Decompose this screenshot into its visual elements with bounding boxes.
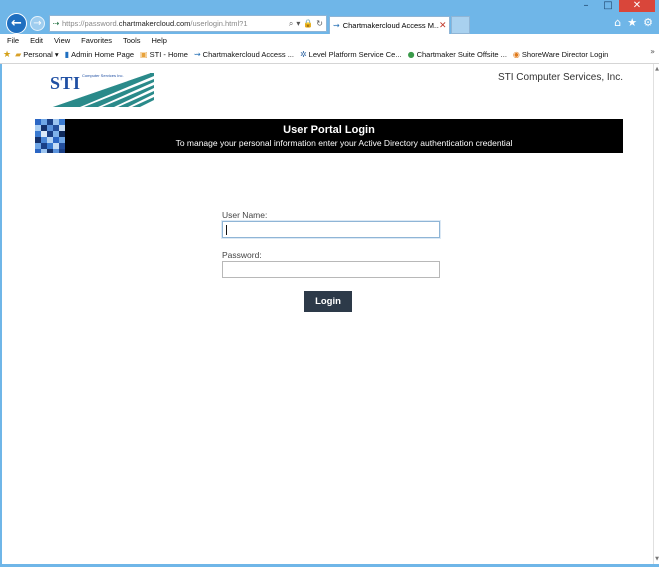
favorites-bar: ★ ▰ Personal ▾ ▮ Admin Home Page ▣ STI - Ho… <box>0 46 659 64</box>
login-form: User Name: Password: Login <box>222 209 440 312</box>
url-prefix: https://password. <box>62 19 119 28</box>
favorite-chartmaker-suite[interactable]: ● Chartmaker Suite Offsite ... <box>408 50 507 59</box>
favorite-shoreware[interactable]: ◉ ShoreWare Director Login <box>513 50 608 59</box>
favorite-sti-home[interactable]: ▣ STI - Home <box>140 50 188 59</box>
scroll-down-icon[interactable]: ▼ <box>654 556 659 562</box>
url-path: /userlogin.html?1 <box>190 19 248 28</box>
close-button[interactable]: ✕ <box>619 0 655 12</box>
link-icon: ⇝ <box>193 50 201 59</box>
banner-title: User Portal Login <box>283 124 375 136</box>
maximize-button[interactable]: □ <box>597 0 619 12</box>
favorite-admin-home[interactable]: ▮ Admin Home Page <box>65 50 134 59</box>
banner-subtitle: To manage your personal information ente… <box>175 138 513 148</box>
page-icon: ▮ <box>64 50 70 59</box>
new-tab-button[interactable] <box>451 16 470 34</box>
browser-toolbar-icons: ⌂ ★ ⚙ <box>614 16 653 29</box>
site-icon: ▣ <box>140 50 148 59</box>
address-url[interactable]: https://password.chartmakercloud.com/use… <box>62 19 289 28</box>
lock-icon[interactable]: 🔒 <box>303 19 313 29</box>
favorite-level-platform[interactable]: ✲ Level Platform Service Ce... <box>300 50 402 59</box>
folder-icon: ▰ <box>15 50 22 59</box>
dropdown-icon[interactable]: ▾ <box>296 19 300 29</box>
tab-chartmakercloud[interactable]: ⇝ Chartmakercloud Access M... ✕ <box>329 16 450 34</box>
menu-file[interactable]: File <box>7 36 19 45</box>
gear-icon: ✲ <box>299 50 307 59</box>
url-domain: chartmakercloud.com <box>118 19 191 28</box>
menu-help[interactable]: Help <box>152 36 167 45</box>
browser-window: – □ ✕ ← → ⇢ https://password.chartmakerc… <box>0 0 659 567</box>
logo-subtitle: Computer Services Inc. <box>82 73 124 78</box>
vertical-scrollbar[interactable]: ▲ ▼ <box>653 64 659 564</box>
logo-text: STI <box>50 73 81 93</box>
tab-favicon-icon: ⇝ <box>333 21 340 30</box>
password-label: Password: <box>222 250 262 260</box>
menu-favorites[interactable]: Favorites <box>81 36 112 45</box>
add-favorite-icon[interactable]: ★ <box>3 50 11 60</box>
favorites-overflow-icon[interactable]: » <box>650 47 655 56</box>
window-controls: – □ ✕ <box>575 0 655 12</box>
company-name: STI Computer Services, Inc. <box>497 72 623 83</box>
scroll-up-icon[interactable]: ▲ <box>654 66 659 72</box>
favorite-personal[interactable]: ▰ Personal ▾ <box>15 50 59 59</box>
minimize-button[interactable]: – <box>575 0 597 12</box>
forward-button[interactable]: → <box>30 16 45 31</box>
address-bar[interactable]: ⇢ https://password.chartmakercloud.com/u… <box>49 15 327 32</box>
globe-icon: ● <box>407 50 415 59</box>
text-caret <box>226 225 227 235</box>
site-icon: ◉ <box>512 50 520 59</box>
settings-gear-icon[interactable]: ⚙ <box>643 16 653 29</box>
forward-arrow-icon: → <box>33 18 42 29</box>
username-field[interactable] <box>222 221 440 238</box>
menu-bar: File Edit View Favorites Tools Help <box>0 34 659 46</box>
favorites-star-icon[interactable]: ★ <box>627 16 637 29</box>
search-icon[interactable]: ⌕ <box>289 19 293 29</box>
address-tools: ⌕ ▾ 🔒 ↻ <box>289 19 326 29</box>
navigation-bar: ← → ⇢ https://password.chartmakercloud.c… <box>0 12 659 34</box>
browser-chrome: File Edit View Favorites Tools Help ★ ▰ P… <box>0 34 659 64</box>
login-button[interactable]: Login <box>304 291 352 312</box>
site-identity-icon: ⇢ <box>52 19 60 28</box>
back-button[interactable]: ← <box>6 13 27 34</box>
username-label: User Name: <box>222 210 268 220</box>
page-content: STI Computer Services Inc. STI Computer … <box>2 64 653 564</box>
refresh-icon[interactable]: ↻ <box>316 19 323 29</box>
tab-title: Chartmakercloud Access M... <box>342 21 439 30</box>
menu-view[interactable]: View <box>54 36 70 45</box>
home-icon[interactable]: ⌂ <box>614 16 621 29</box>
favorite-chartmakercloud[interactable]: ⇝ Chartmakercloud Access ... <box>194 50 294 59</box>
back-arrow-icon: ← <box>11 16 22 31</box>
menu-tools[interactable]: Tools <box>123 36 141 45</box>
sti-logo: STI Computer Services Inc. <box>50 71 154 109</box>
password-field[interactable] <box>222 261 440 278</box>
login-banner: User Portal Login To manage your persona… <box>35 119 623 153</box>
tab-close-icon[interactable]: ✕ <box>439 21 449 31</box>
menu-edit[interactable]: Edit <box>30 36 43 45</box>
